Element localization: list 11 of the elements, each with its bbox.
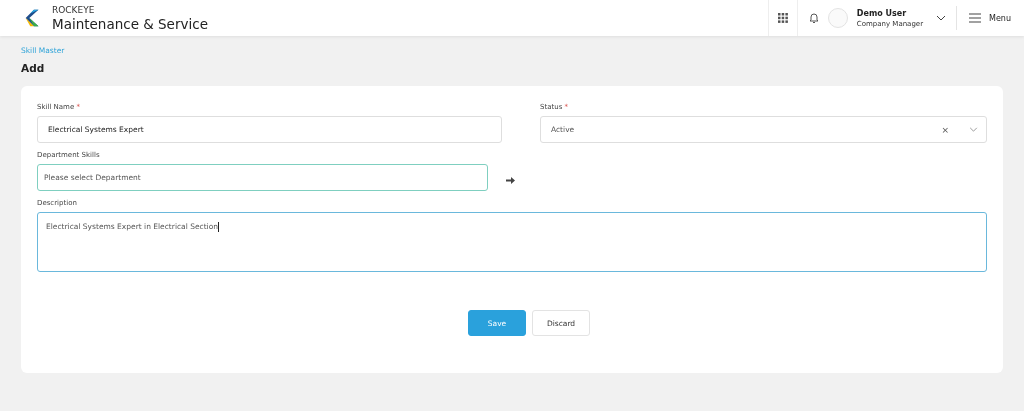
menu-icon[interactable] [969,13,982,23]
apps-grid-icon[interactable] [777,13,788,23]
arrow-right-icon[interactable] [506,177,515,184]
app-title: Maintenance & Service [52,15,208,32]
clear-button[interactable]: × [941,124,949,135]
notification-bell-icon[interactable] [808,12,819,24]
user-name: Demo User [856,7,908,19]
brand-name: ROCKEYE [52,4,96,16]
chevron-down-icon[interactable] [936,15,947,21]
menu-label[interactable]: Menu [989,13,1011,23]
page-title: Add [21,62,46,74]
